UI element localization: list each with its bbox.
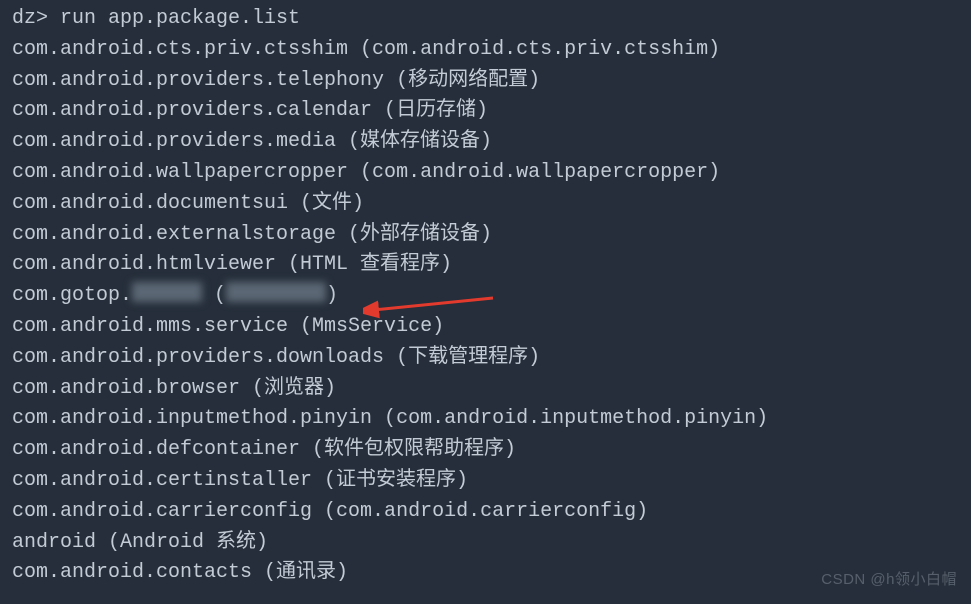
- output-line-redacted: com.gotop. (): [12, 281, 959, 312]
- output-line: com.android.htmlviewer (HTML 查看程序): [12, 250, 959, 281]
- output-line: com.android.certinstaller (证书安装程序): [12, 466, 959, 497]
- output-line: com.android.cts.priv.ctsshim (com.androi…: [12, 35, 959, 66]
- output-line: android (Android 系统): [12, 528, 959, 559]
- prompt: dz>: [12, 7, 60, 30]
- output-line: com.android.mms.service (MmsService): [12, 312, 959, 343]
- output-line: com.android.providers.downloads (下载管理程序): [12, 343, 959, 374]
- output-line: com.android.contacts (通讯录): [12, 558, 959, 589]
- output-line: com.android.externalstorage (外部存储设备): [12, 220, 959, 251]
- output-line: com.android.carrierconfig (com.android.c…: [12, 497, 959, 528]
- command-text: run app.package.list: [60, 7, 300, 30]
- output-line: com.android.defcontainer (软件包权限帮助程序): [12, 435, 959, 466]
- redacted-suffix: ): [326, 284, 338, 307]
- redacted-block: [226, 282, 326, 302]
- redacted-block: [132, 282, 202, 302]
- output-line: com.android.wallpapercropper (com.androi…: [12, 158, 959, 189]
- output-line: com.android.providers.telephony (移动网络配置): [12, 66, 959, 97]
- output-line: com.android.browser (浏览器): [12, 374, 959, 405]
- output-line: com.android.documentsui (文件): [12, 189, 959, 220]
- redacted-mid: (: [202, 284, 226, 307]
- command-line[interactable]: dz> run app.package.list: [12, 4, 959, 35]
- watermark: CSDN @h领小白帽: [821, 565, 957, 596]
- output-line: com.android.inputmethod.pinyin (com.andr…: [12, 404, 959, 435]
- output-line: com.android.providers.calendar (日历存储): [12, 96, 959, 127]
- redacted-prefix: com.gotop.: [12, 284, 132, 307]
- output-line: com.android.providers.media (媒体存储设备): [12, 127, 959, 158]
